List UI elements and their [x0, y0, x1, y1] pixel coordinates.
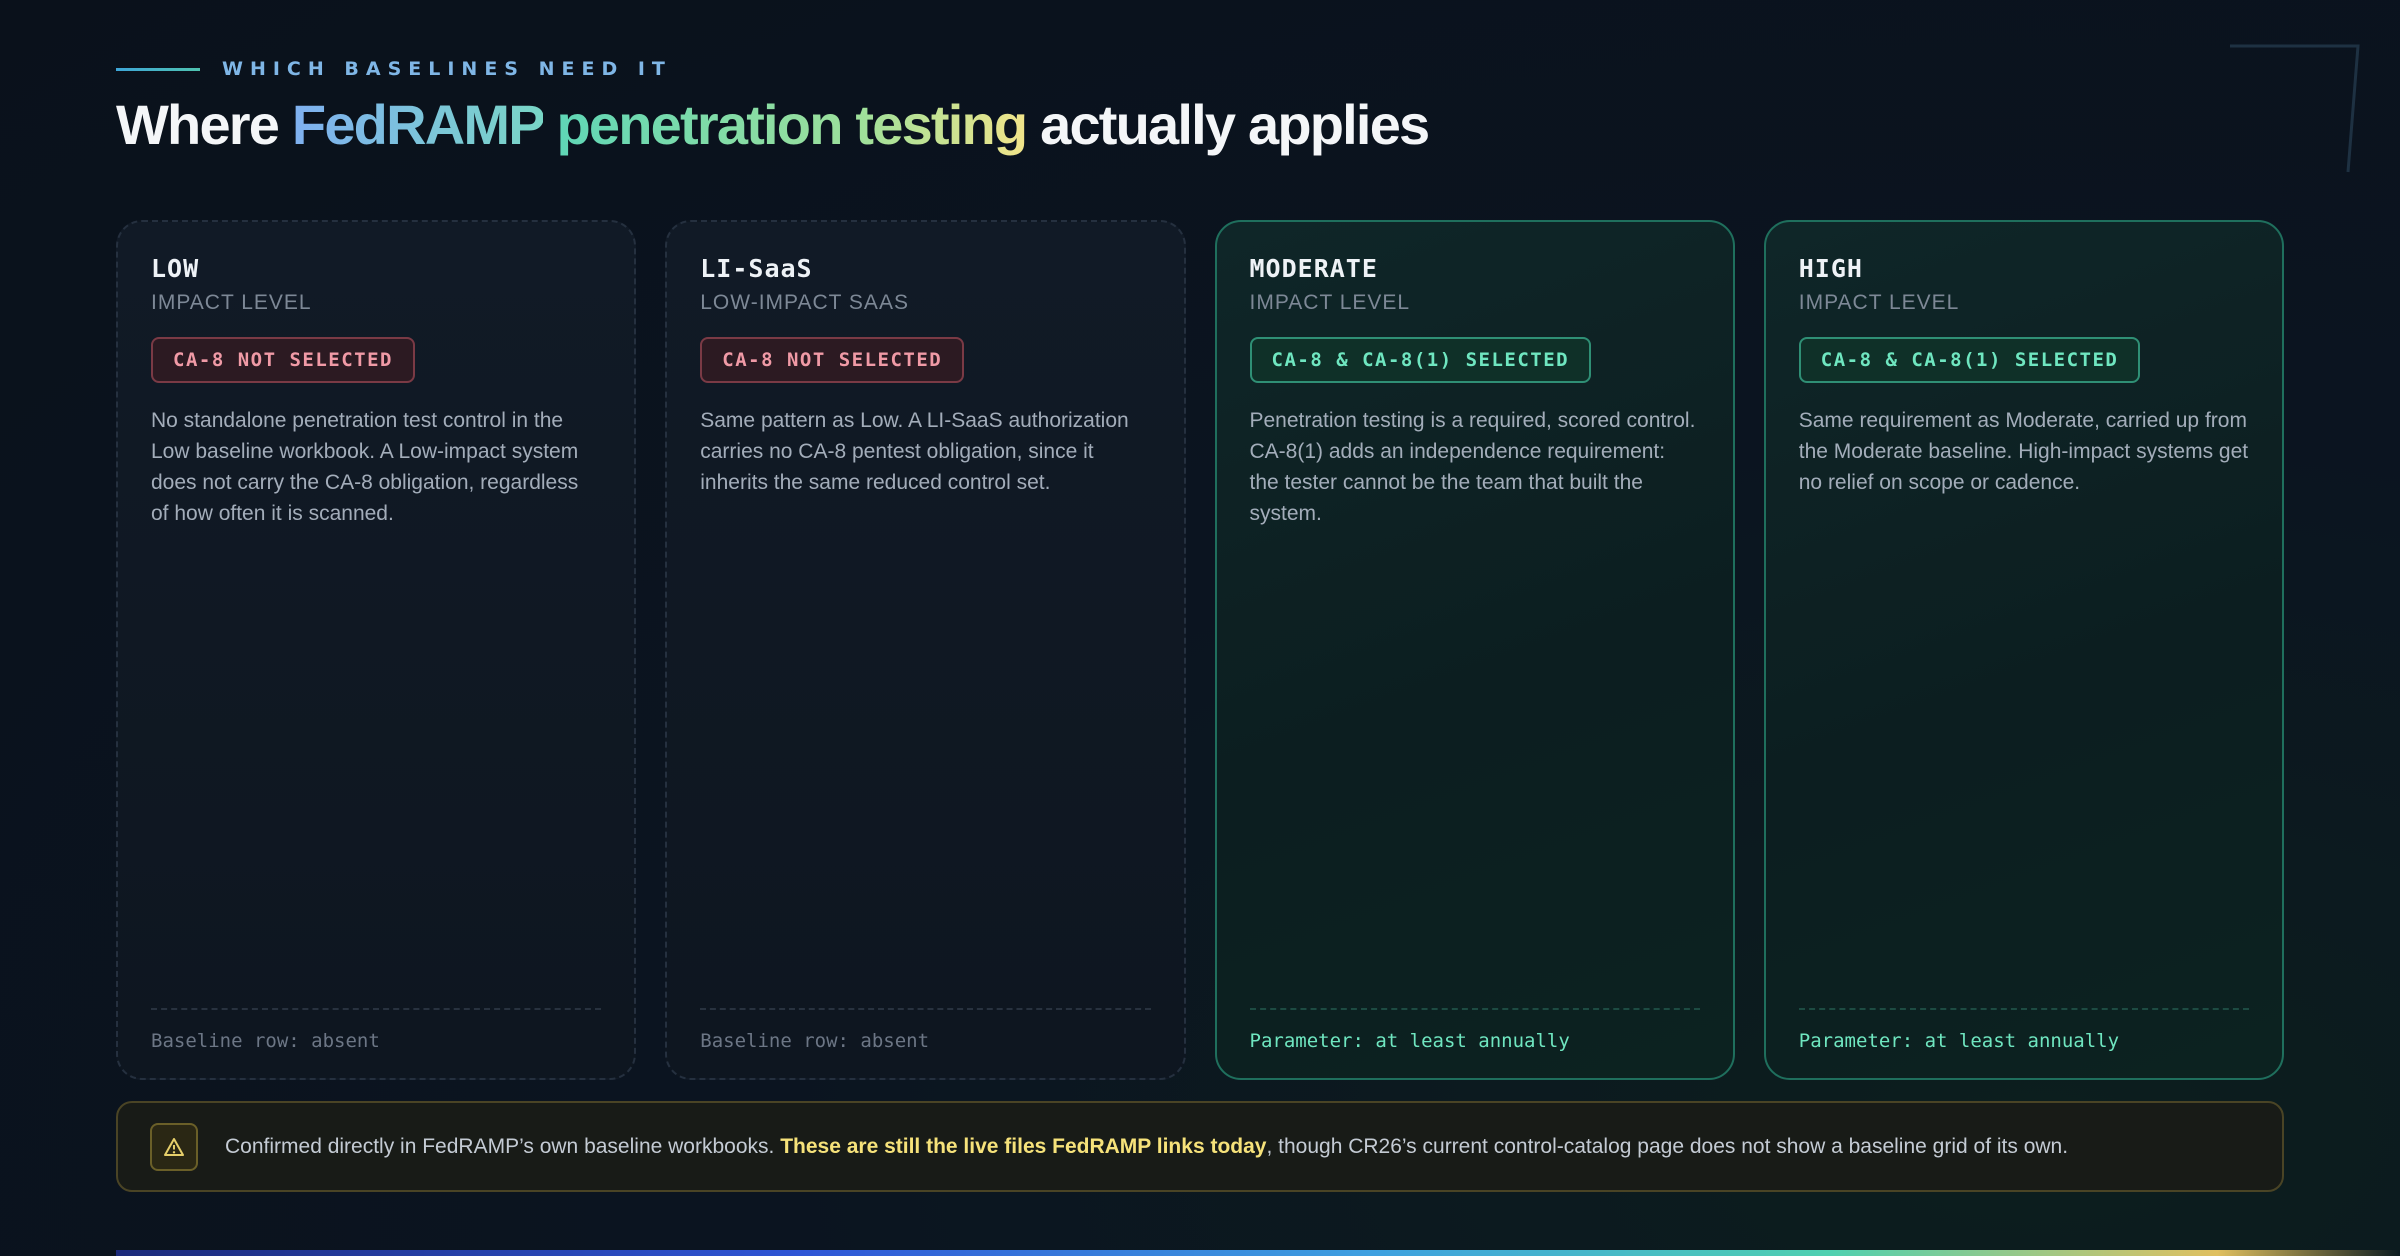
card-name: LI-SaaS	[700, 254, 813, 283]
card-description: Penetration testing is a required, score…	[1249, 409, 1696, 525]
card-footer: Parameter: at least annually	[1798, 1008, 2249, 1052]
note-text: Confirmed directly in FedRAMP’s own base…	[225, 1135, 2068, 1159]
status-badge: CA-8 NOT SELECTED	[151, 337, 415, 383]
card-footer: Baseline row: absent	[151, 1008, 602, 1052]
page-title: Where FedRAMP penetration testing actual…	[116, 92, 1430, 157]
note-text-strong: These are still the live files FedRAMP l…	[780, 1134, 1267, 1158]
card-name: MODERATE	[1249, 254, 1378, 283]
note-text-end: , though CR26’s current control-catalog …	[1266, 1134, 2069, 1158]
card-subtitle: IMPACT LEVEL	[1798, 291, 1960, 314]
card-moderate: MODERATE IMPACT LEVEL CA-8 & CA-8(1) SEL…	[1214, 220, 1735, 1080]
status-badge: CA-8 & CA-8(1) SELECTED	[1249, 337, 1592, 383]
card-subtitle: IMPACT LEVEL	[1249, 291, 1411, 314]
card-name: LOW	[151, 254, 200, 283]
title-prefix: Where	[116, 93, 292, 156]
warning-icon	[150, 1122, 198, 1171]
warning-triangle-icon	[164, 1137, 184, 1156]
source-note: Confirmed directly in FedRAMP’s own base…	[116, 1101, 2284, 1192]
card-description: Same pattern as Low. A LI-SaaS authoriza…	[700, 409, 1129, 494]
eyebrow: WHICH BASELINES NEED IT	[116, 58, 672, 80]
eyebrow-line	[116, 67, 200, 71]
baseline-cards: LOW IMPACT LEVEL CA-8 NOT SELECTED No st…	[116, 220, 2284, 1080]
card-description: Same requirement as Moderate, carried up…	[1798, 409, 2249, 494]
title-suffix: actually applies	[1026, 93, 1430, 156]
bottom-gradient-bar	[116, 1250, 2400, 1256]
card-subtitle: IMPACT LEVEL	[151, 291, 312, 314]
status-badge: CA-8 NOT SELECTED	[700, 337, 965, 383]
status-badge: CA-8 & CA-8(1) SELECTED	[1798, 337, 2141, 383]
card-li-saas: LI-SaaS LOW-IMPACT SAAS CA-8 NOT SELECTE…	[665, 220, 1186, 1080]
card-name: HIGH	[1798, 254, 1863, 283]
corner-bracket-decoration	[2230, 44, 2360, 173]
card-low: LOW IMPACT LEVEL CA-8 NOT SELECTED No st…	[116, 220, 637, 1080]
card-description: No standalone penetration test control i…	[151, 409, 579, 525]
card-footer: Parameter: at least annually	[1249, 1008, 1700, 1052]
card-subtitle: LOW-IMPACT SAAS	[700, 291, 909, 314]
card-footer: Baseline row: absent	[700, 1008, 1151, 1052]
eyebrow-text: WHICH BASELINES NEED IT	[222, 58, 672, 80]
card-high: HIGH IMPACT LEVEL CA-8 & CA-8(1) SELECTE…	[1763, 220, 2284, 1080]
note-text-start: Confirmed directly in FedRAMP’s own base…	[225, 1134, 781, 1158]
title-highlight-fedramp: FedRAMP	[291, 93, 545, 156]
title-highlight-pentest: penetration testing	[556, 93, 1029, 156]
